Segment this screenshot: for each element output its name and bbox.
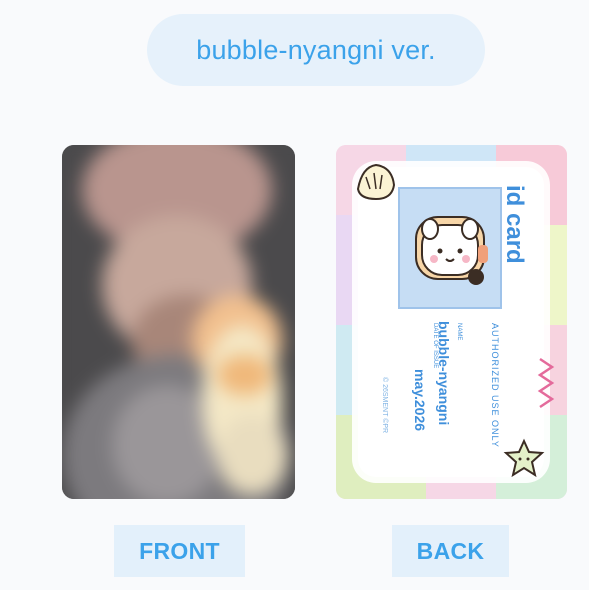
zigzag-decoration-icon	[537, 357, 555, 409]
version-badge: bubble-nyangni ver.	[147, 14, 485, 86]
dumpling-sticker-icon	[356, 163, 396, 201]
cat-bread-icon	[415, 216, 488, 285]
front-button[interactable]: FRONT	[114, 525, 245, 577]
back-card-image: id card AUTHORIZED USE ONLY NAME bubble-…	[336, 145, 567, 499]
version-label: bubble-nyangni ver.	[196, 34, 436, 65]
front-photo-blur	[62, 145, 295, 499]
front-button-label: FRONT	[139, 537, 220, 564]
front-card-image	[62, 145, 295, 499]
name-value: bubble-nyangni	[436, 321, 452, 426]
name-label: NAME	[456, 323, 462, 341]
date-label: DATE OF ISSUE	[432, 323, 438, 369]
authorized-text: AUTHORIZED USE ONLY	[490, 323, 500, 448]
copyright-text: © 26SMENT ©PR	[381, 377, 388, 434]
star-sticker-icon	[503, 438, 545, 478]
date-value: may.2026	[412, 369, 428, 432]
back-button[interactable]: BACK	[392, 525, 509, 577]
photocard-preview: bubble-nyangni ver. id card AUTHORIZED U…	[0, 0, 589, 590]
card-title: id card	[501, 185, 528, 264]
back-button-label: BACK	[416, 537, 485, 564]
character-portrait	[398, 187, 502, 309]
